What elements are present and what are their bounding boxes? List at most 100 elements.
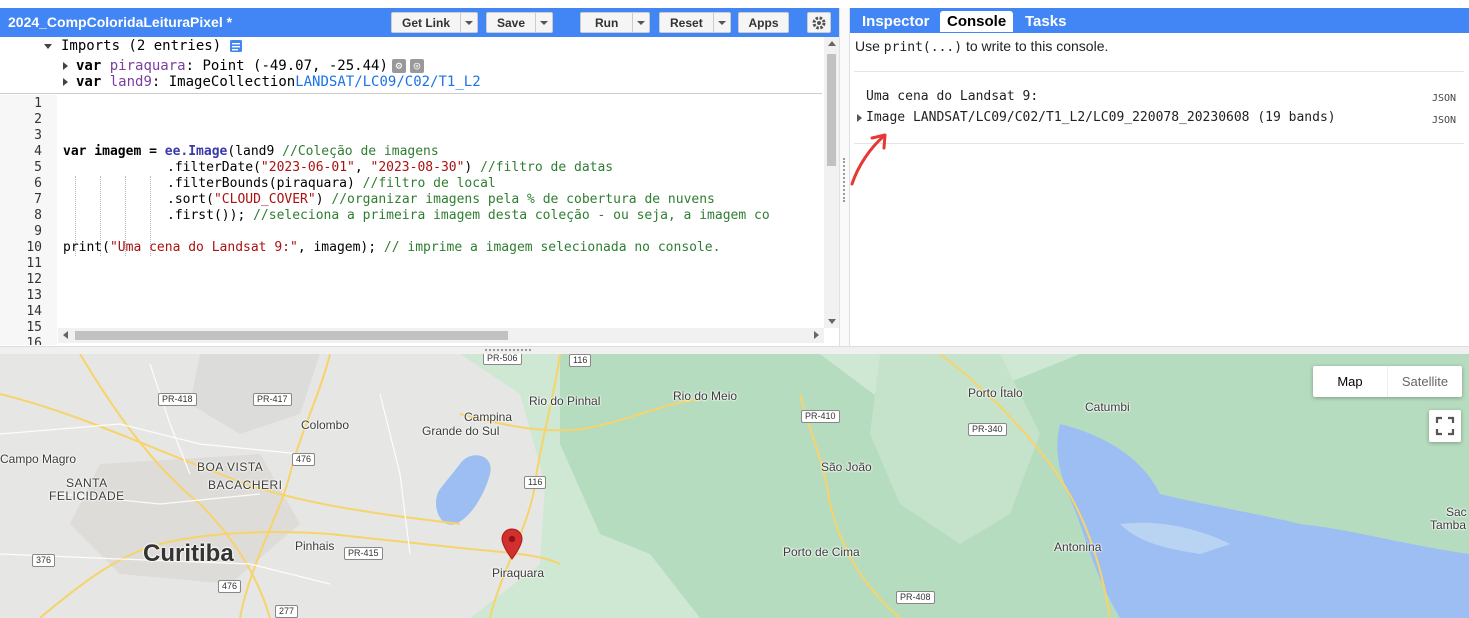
asset-link[interactable]: LANDSAT/LC09/C02/T1_L2 [295,74,480,90]
line-number: 16 [26,336,42,345]
road-shield: PR-417 [253,393,292,406]
target-icon[interactable]: ◎ [409,59,424,73]
reset-label: Reset [670,15,703,30]
reset-dropdown[interactable] [712,13,730,32]
save-label: Save [497,15,526,30]
scroll-left-icon[interactable] [63,331,68,339]
map-type-control: Map Satellite [1313,366,1462,397]
map-type-satellite-button[interactable]: Satellite [1387,366,1462,397]
hint-code: print(...) [883,40,963,55]
code-token: .first()); [167,208,254,223]
horizontal-splitter[interactable] [0,346,1469,354]
road-shield: 116 [524,476,547,489]
road-shield: 476 [292,453,316,466]
apps-button[interactable]: Apps [738,12,789,33]
map-label: Porto Ítalo [968,386,1023,400]
scroll-up-icon[interactable] [828,41,836,46]
editor-vertical-scrollbar[interactable] [824,37,839,328]
code-token: , imagem); [297,240,384,255]
code-token: .filterDate( [167,160,261,175]
code-token: ) [315,192,332,207]
code-area[interactable]: 1 2 3 4 5 6 7 8 9 10 11 12 13 14 15 16 v… [0,95,822,345]
script-title[interactable]: 2024_CompColoridaLeituraPixel * [8,14,232,30]
get-link-button[interactable]: Get Link [391,12,479,33]
map-label: Porto de Cima [783,545,860,559]
line-number: 5 [34,160,42,175]
map-label: BOA VISTA [197,460,264,474]
settings-icon[interactable]: ⚙ [391,59,406,73]
save-dropdown[interactable] [535,13,552,32]
json-button[interactable]: JSON [1432,115,1456,126]
json-button[interactable]: JSON [1432,93,1456,104]
line-number-gutter: 1 2 3 4 5 6 7 8 9 10 11 12 13 14 15 16 [0,95,57,345]
map-label: FELICIDADE [49,489,125,503]
road-shield: PR-340 [968,423,1007,436]
import-keyword: var [76,74,102,90]
road-shield: 376 [32,554,56,567]
expand-icon[interactable] [63,62,68,70]
code-token: , [354,160,371,175]
script-toolbar: 2024_CompColoridaLeituraPixel * Get Link… [0,8,839,37]
tab-console[interactable]: Console [940,11,1014,32]
fullscreen-button[interactable] [1429,410,1461,442]
fullscreen-icon [1435,416,1455,436]
map-label: Sac [1446,505,1467,519]
code-comment: //Coleção de imagens [282,144,439,159]
code-string: "CLOUD_COVER" [213,192,316,207]
expand-icon[interactable] [857,114,862,122]
code-line-8: .first()); //seleciona a primeira imagem… [167,208,770,224]
scroll-thumb[interactable] [827,54,836,166]
import-row-land9[interactable]: var land9: ImageCollection LANDSAT/LC09/… [63,74,481,90]
road-shield: PR-408 [896,591,935,604]
chevron-down-icon [465,20,474,25]
settings-button[interactable] [807,12,831,33]
scroll-down-icon[interactable] [828,319,836,324]
code-comment: //filtro de datas [480,160,614,175]
road-shield: 116 [569,354,592,367]
right-panel: Inspector Console Tasks Use print(...) t… [850,8,1469,346]
console-output-image[interactable]: Image LANDSAT/LC09/C02/T1_L2/LC09_220078… [866,110,1336,125]
map-type-map-button[interactable]: Map [1313,366,1387,397]
import-name[interactable]: land9 [110,74,152,90]
collapse-icon[interactable] [44,43,52,49]
code-token: .filterBounds(piraquara) [167,176,363,191]
code-string: "2023-06-01" [260,160,355,175]
tab-inspector[interactable]: Inspector [855,11,937,32]
map-label: BACACHERI [208,478,283,492]
scroll-right-icon[interactable] [814,331,819,339]
imports-header[interactable]: Imports (2 entries) [44,38,243,54]
apps-label: Apps [748,15,779,30]
map-label: Piraquara [492,566,545,580]
console-output-label: Uma cena do Landsat 9: [866,89,1039,104]
road-shield: 476 [218,580,242,593]
document-icon[interactable] [229,39,243,53]
map-view[interactable]: Campina Grande do Sul Colombo Rio do Pin… [0,354,1469,618]
expand-icon[interactable] [63,78,68,86]
code-editor: Imports (2 entries) var piraquara: Point… [0,37,839,345]
splitter-grip-icon[interactable] [843,158,846,202]
scroll-thumb[interactable] [75,331,508,340]
run-dropdown[interactable] [632,13,649,32]
console-hint: Use print(...) to write to this console. [855,38,1108,55]
code-comment: //seleciona a primeira imagem desta cole… [253,208,770,223]
code-token: (land9 [227,144,283,159]
splitter-grip-icon[interactable] [485,349,531,352]
map-label-curitiba: Curitiba [143,540,234,567]
reset-button[interactable]: Reset [659,12,731,33]
import-row-piraquara[interactable]: var piraquara: Point (-49.07, -25.44) ⚙ … [63,58,424,74]
code-token: var imagem = [63,144,165,159]
chevron-down-icon [637,20,646,25]
import-name[interactable]: piraquara [110,58,186,74]
get-link-dropdown[interactable] [460,13,477,32]
tab-tasks[interactable]: Tasks [1018,11,1073,32]
save-button[interactable]: Save [486,12,554,33]
map-marker-icon[interactable] [501,528,523,560]
line-number: 15 [26,320,42,335]
get-link-label: Get Link [402,15,451,30]
run-button[interactable]: Run [580,12,651,33]
code-comment: //filtro de local [362,176,496,191]
line-number: 6 [34,176,42,191]
code-comment: //organizar imagens pela % de cobertura … [331,192,715,207]
editor-horizontal-scrollbar[interactable] [58,328,824,343]
line-number: 11 [26,256,42,271]
